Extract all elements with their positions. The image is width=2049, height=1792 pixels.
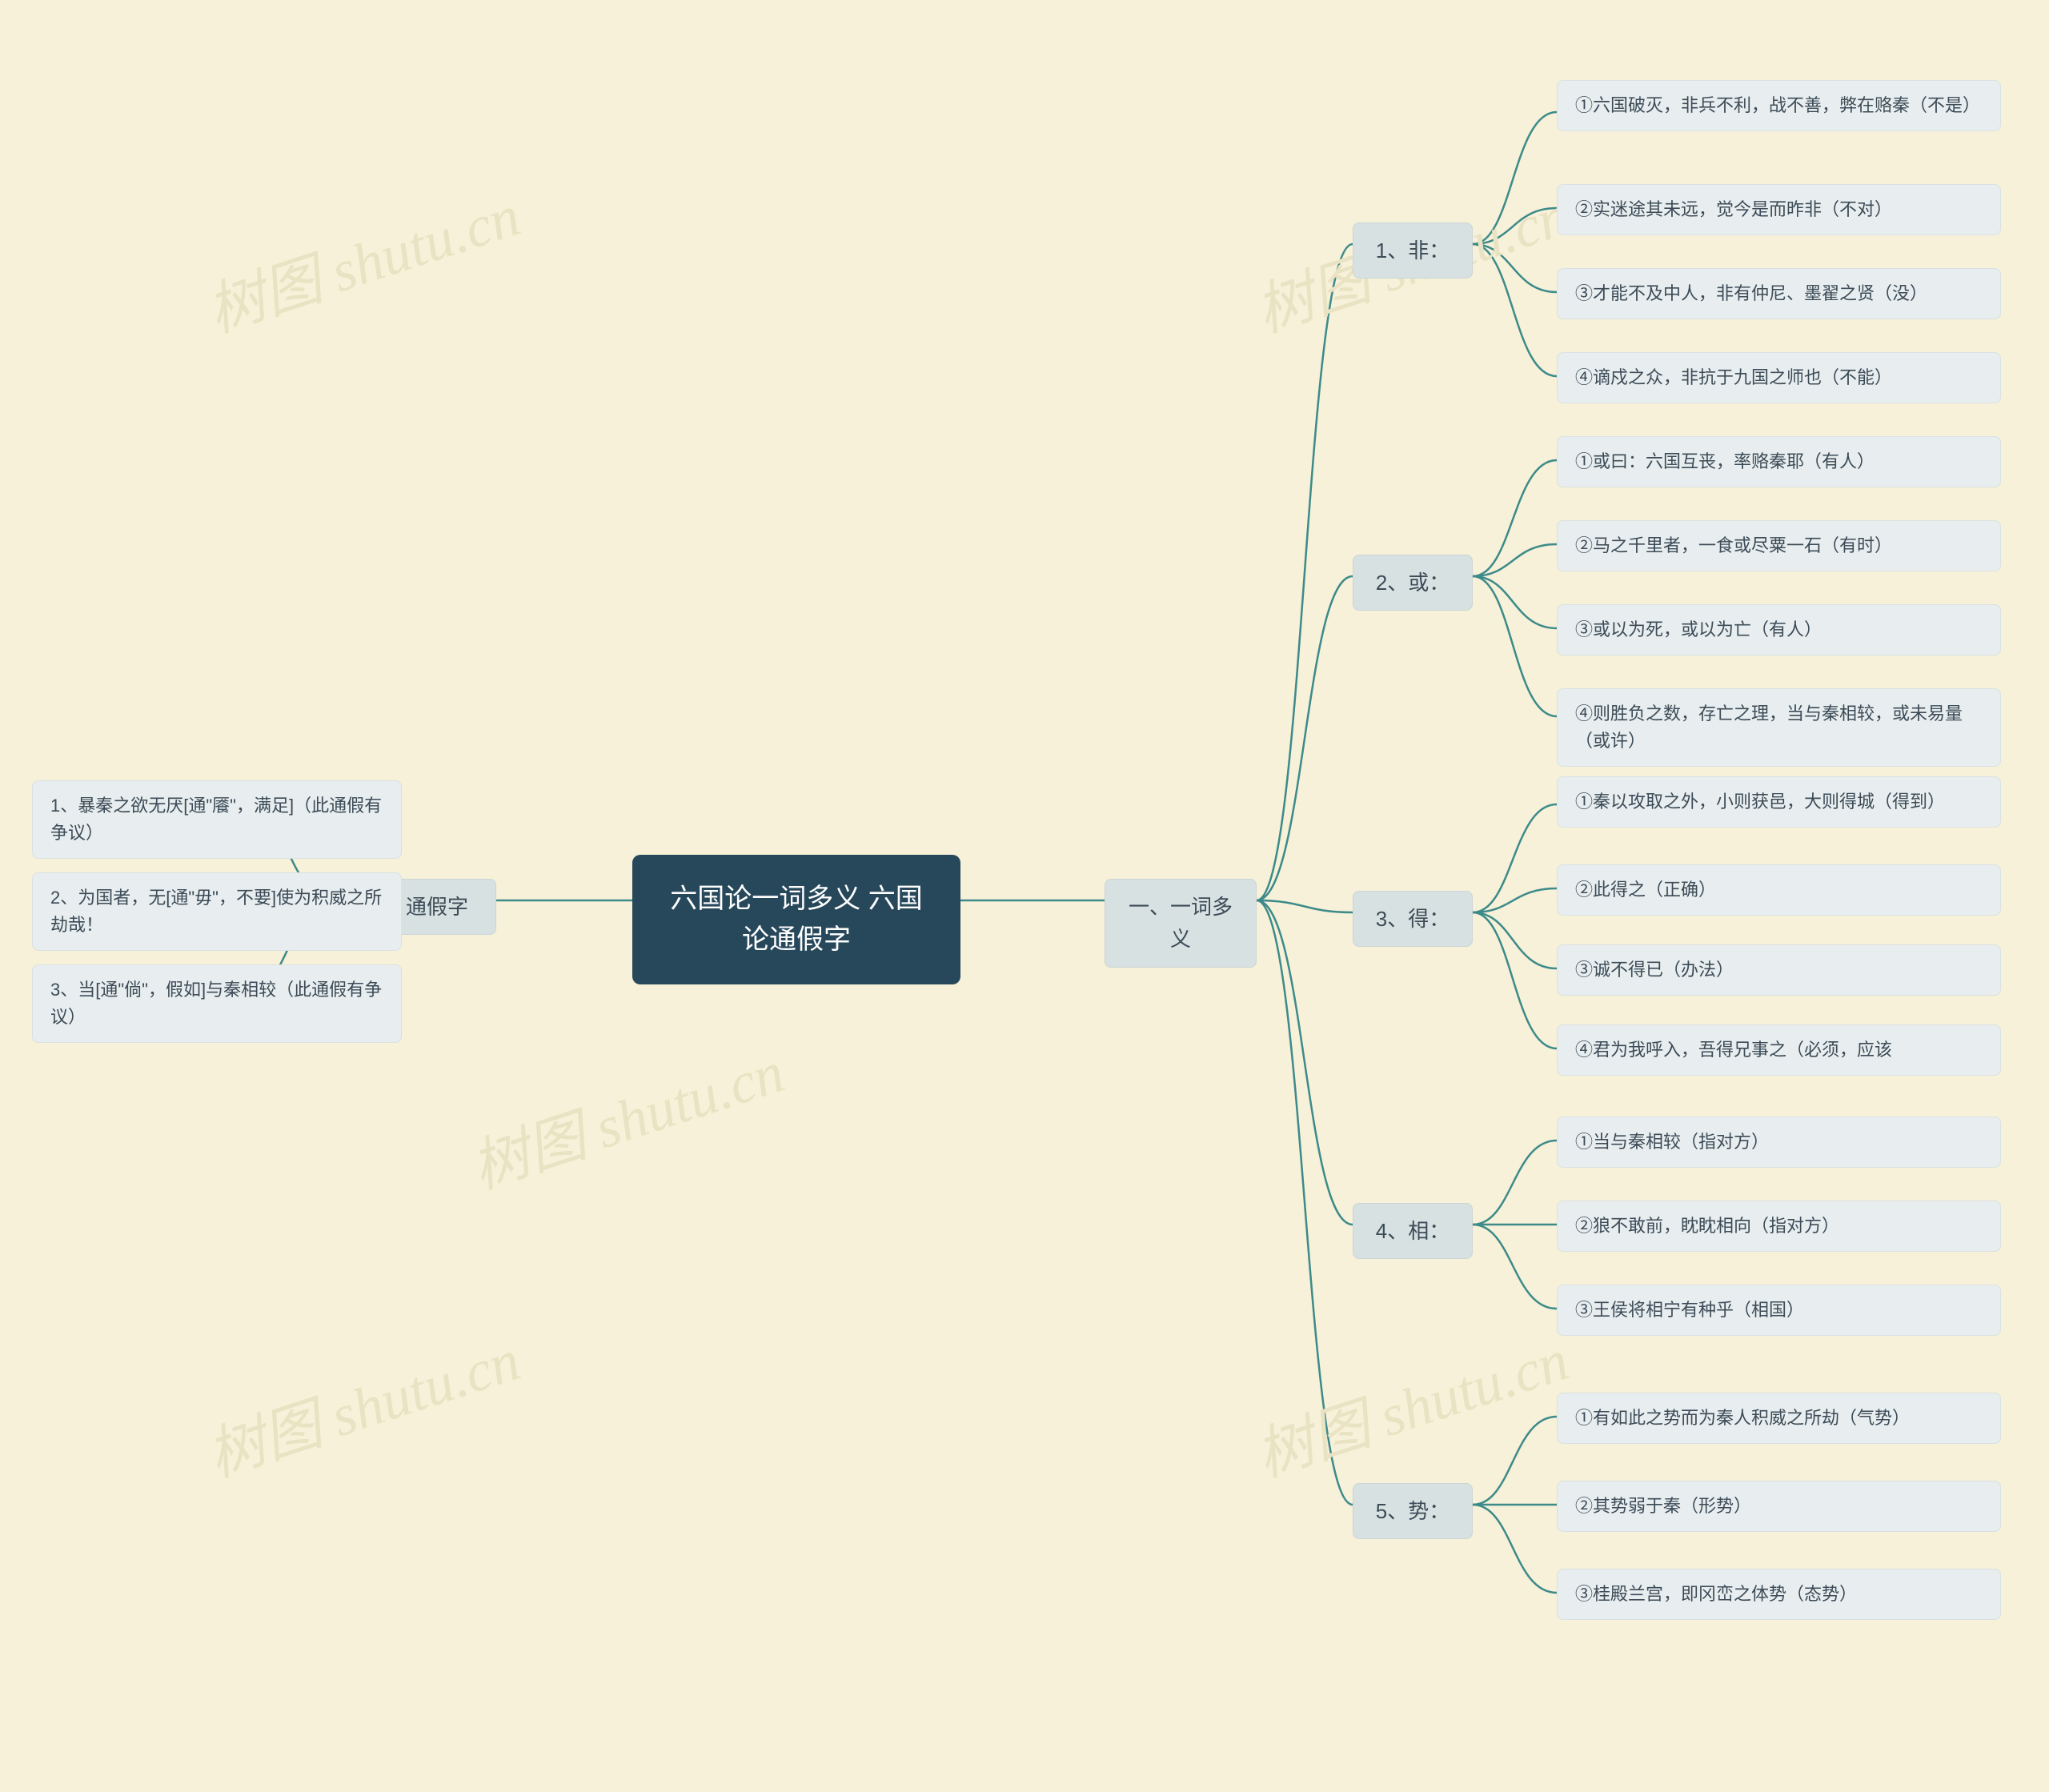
g4-item-1: ①当与秦相较（指对方）: [1557, 1116, 2001, 1168]
g4-item-2: ②狼不敢前，眈眈相向（指对方）: [1557, 1201, 2001, 1252]
g5-item-1: ①有如此之势而为秦人积威之所劫（气势）: [1557, 1393, 2001, 1444]
g1-item-1: ①六国破灭，非兵不利，战不善，弊在赂秦（不是）: [1557, 80, 2001, 131]
g3-item-1: ①秦以攻取之外，小则获邑，大则得城（得到）: [1557, 776, 2001, 828]
group-4-label: 4、相：: [1353, 1203, 1473, 1259]
g4-item-3: ③王侯将相宁有种乎（相国）: [1557, 1285, 2001, 1336]
watermark: 树图 shutu.cn: [195, 1313, 529, 1493]
g2-item-3: ③或以为死，或以为亡（有人）: [1557, 604, 2001, 655]
g5-item-2: ②其势弱于秦（形势）: [1557, 1481, 2001, 1532]
root-node: 六国论一词多义 六国论通假字: [632, 855, 960, 984]
watermark: 树图 shutu.cn: [195, 168, 529, 348]
g1-item-3: ③才能不及中人，非有仲尼、墨翟之贤（没）: [1557, 268, 2001, 319]
watermark: 树图 shutu.cn: [459, 1024, 793, 1205]
g1-item-4: ④谪戍之众，非抗于九国之师也（不能）: [1557, 352, 2001, 403]
left-item-1: 1、暴秦之欲无厌[通"餍"，满足]（此通假有争议）: [32, 780, 402, 859]
g3-item-2: ②此得之（正确）: [1557, 864, 2001, 916]
g3-item-4: ④君为我呼入，吾得兄事之（必须，应该: [1557, 1024, 2001, 1076]
g2-item-1: ①或曰：六国互丧，率赂秦耶（有人）: [1557, 436, 2001, 487]
group-3-label: 3、得：: [1353, 891, 1473, 947]
left-item-3: 3、当[通"倘"，假如]与秦相较（此通假有争议）: [32, 964, 402, 1043]
group-1-label: 1、非：: [1353, 222, 1473, 279]
left-item-2: 2、为国者，无[通"毋"，不要]使为积威之所劫哉！: [32, 872, 402, 951]
branch-right-title: 一、一词多义: [1105, 879, 1257, 968]
g1-item-2: ②实迷途其未远，觉今是而昨非（不对）: [1557, 184, 2001, 235]
g3-item-3: ③诚不得已（办法）: [1557, 944, 2001, 996]
g5-item-3: ③桂殿兰宫，即冈峦之体势（态势）: [1557, 1569, 2001, 1620]
watermark: 树图 shutu.cn: [1244, 1313, 1578, 1493]
g2-item-4: ④则胜负之数，存亡之理，当与秦相较，或未易量（或许）: [1557, 688, 2001, 767]
g2-item-2: ②马之千里者，一食或尽粟一石（有时）: [1557, 520, 2001, 571]
group-2-label: 2、或：: [1353, 555, 1473, 611]
group-5-label: 5、势：: [1353, 1483, 1473, 1539]
